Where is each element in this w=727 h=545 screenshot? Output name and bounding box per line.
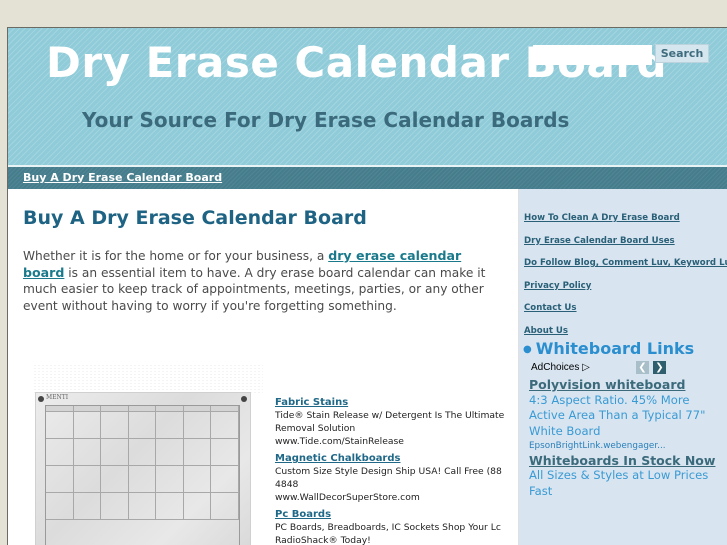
page: Dry Erase Calendar Board Your Source For…: [7, 27, 727, 545]
ad-item: Fabric Stains Tide® Stain Release w/ Det…: [275, 396, 511, 448]
post-text-before: Whether it is for the home or for your b…: [23, 249, 329, 263]
sidebar-link-about-us[interactable]: About Us: [524, 326, 727, 337]
chevron-right-icon[interactable]: ❯: [653, 361, 666, 374]
ad-url[interactable]: www.WallDecorSuperStore.com: [275, 491, 511, 504]
ad-item: Pc Boards PC Boards, Breadboards, IC Soc…: [275, 508, 511, 545]
main-content: Buy A Dry Erase Calendar Board Whether i…: [8, 189, 518, 545]
calendar-board-image[interactable]: MENTI: [35, 392, 251, 545]
widget-title: ● Whiteboard Links: [523, 339, 694, 358]
ad-description: Removal Solution: [275, 423, 356, 434]
sidebar-link-privacy-policy[interactable]: Privacy Policy: [524, 281, 727, 292]
sidebar-ad-description: All Sizes & Styles at Low Prices Fast: [529, 468, 709, 499]
nav-item-buy-board[interactable]: Buy A Dry Erase Calendar Board: [23, 171, 222, 184]
sidebar: How To Clean A Dry Erase Board Dry Erase…: [518, 189, 727, 545]
ad-title[interactable]: Fabric Stains: [275, 396, 511, 409]
site-header: Dry Erase Calendar Board Your Source For…: [8, 28, 727, 165]
sidebar-ad-description: 4:3 Aspect Ratio. 45% More Active Area T…: [529, 392, 706, 439]
ad-item: Magnetic Chalkboards Custom Size Style D…: [275, 452, 511, 504]
sidebar-link-contact-us[interactable]: Contact Us: [524, 303, 727, 314]
bullet-icon: ●: [523, 344, 532, 355]
ad-description: Tide® Stain Release w/ Detergent Is The …: [275, 410, 505, 421]
ad-description: Custom Size Style Design Ship USA! Call …: [275, 466, 502, 477]
post-text-after: is an essential item to have. A dry eras…: [23, 265, 486, 314]
ad-title[interactable]: Pc Boards: [275, 508, 511, 521]
sidebar-ad-title[interactable]: Whiteboards In Stock Now: [529, 453, 727, 469]
calendar-grid: [45, 405, 240, 545]
search-button[interactable]: Search: [655, 44, 709, 63]
post-title: Buy A Dry Erase Calendar Board: [23, 207, 367, 229]
ad-description: 4848: [275, 479, 299, 490]
sidebar-link-how-to-clean[interactable]: How To Clean A Dry Erase Board: [524, 213, 727, 224]
image-noise: [33, 364, 263, 394]
ad-title[interactable]: Magnetic Chalkboards: [275, 452, 511, 465]
ad-description: RadioShack® Today!: [275, 535, 371, 545]
ad-url[interactable]: www.Tide.com/StainRelease: [275, 435, 511, 448]
sidebar-link-board-uses[interactable]: Dry Erase Calendar Board Uses: [524, 236, 727, 247]
ad-block: Fabric Stains Tide® Stain Release w/ Det…: [275, 396, 511, 545]
ad-description: PC Boards, Breadboards, IC Sockets Shop …: [275, 522, 501, 533]
sidebar-ad-url[interactable]: EpsonBrightLink.webengager...: [529, 440, 727, 452]
magnet-icon: [38, 396, 44, 402]
sidebar-ad-title[interactable]: Polyvision whiteboard: [529, 377, 727, 393]
chevron-left-icon[interactable]: ❮: [636, 361, 649, 374]
site-tagline: Your Source For Dry Erase Calendar Board…: [82, 108, 570, 132]
magnet-icon: [241, 396, 247, 402]
adchoices-link[interactable]: AdChoices ▷: [531, 362, 590, 373]
post-body: Whether it is for the home or for your b…: [23, 248, 506, 315]
sidebar-ads: Polyvision whiteboard 4:3 Aspect Ratio. …: [529, 377, 727, 500]
widget-title-text: Whiteboard Links: [535, 339, 695, 358]
nav-bar: Buy A Dry Erase Calendar Board: [8, 167, 727, 189]
board-brand: MENTI: [46, 394, 69, 401]
sidebar-link-do-follow-blog[interactable]: Do Follow Blog, Comment Luv, Keyword Luv: [524, 258, 727, 269]
sidebar-pages: How To Clean A Dry Erase Board Dry Erase…: [524, 213, 727, 348]
search-input[interactable]: [533, 45, 652, 65]
